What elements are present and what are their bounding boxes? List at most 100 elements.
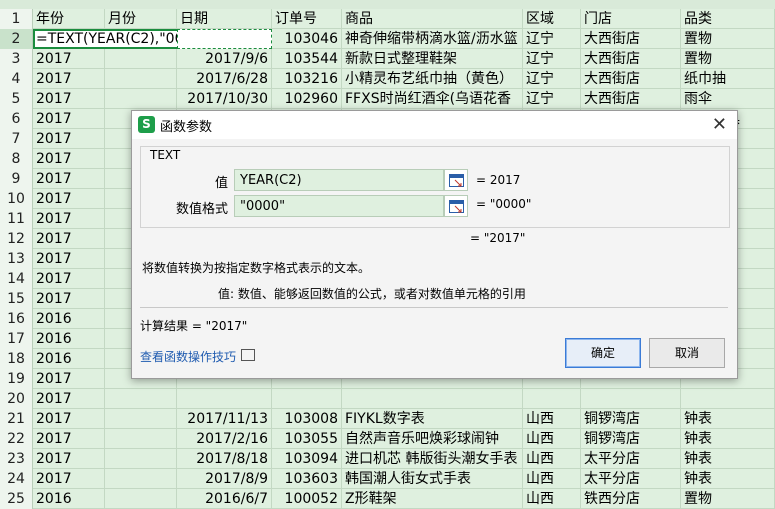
table-cell[interactable]: 2017 (33, 409, 105, 429)
table-cell[interactable]: 铜锣湾店 (581, 409, 681, 429)
table-cell[interactable]: 2017/11/13 (177, 409, 272, 429)
table-cell[interactable]: 102960 (272, 89, 342, 109)
table-cell[interactable]: 铁西分店 (581, 489, 681, 509)
table-cell[interactable]: Z形鞋架 (342, 489, 523, 509)
table-cell[interactable]: 置物 (681, 489, 775, 509)
row-number[interactable]: 9 (0, 169, 33, 189)
table-cell[interactable]: 103046 (272, 29, 342, 49)
table-cell[interactable] (105, 489, 177, 509)
table-cell[interactable]: 103094 (272, 449, 342, 469)
table-cell[interactable]: 2017/8/9 (177, 469, 272, 489)
row-number[interactable]: 22 (0, 429, 33, 449)
row-number[interactable]: 1 (0, 9, 33, 29)
table-cell[interactable]: 山西 (523, 449, 581, 469)
table-cell[interactable]: 2017/9/6 (177, 49, 272, 69)
table-cell[interactable]: 2017 (33, 169, 105, 189)
table-cell[interactable]: 2017 (33, 429, 105, 449)
row-number[interactable]: 17 (0, 329, 33, 349)
row-number[interactable]: 6 (0, 109, 33, 129)
table-cell[interactable]: 2017/10/30 (177, 89, 272, 109)
header-cell[interactable]: 商品 (342, 9, 523, 29)
table-cell[interactable]: 韩国潮人街女式手表 (342, 469, 523, 489)
table-cell[interactable]: 置物 (681, 29, 775, 49)
table-cell[interactable] (342, 389, 523, 409)
table-cell[interactable]: 2017 (33, 389, 105, 409)
table-cell[interactable]: 山西 (523, 489, 581, 509)
row-number[interactable]: 23 (0, 449, 33, 469)
table-cell[interactable]: 大西街店 (581, 89, 681, 109)
table-cell[interactable] (105, 429, 177, 449)
table-cell[interactable]: 100052 (272, 489, 342, 509)
table-cell[interactable]: 2016 (33, 309, 105, 329)
row-number[interactable]: 10 (0, 189, 33, 209)
table-cell[interactable]: 神奇伸缩带柄滴水篮/沥水篮 (342, 29, 523, 49)
table-cell[interactable]: 大西街店 (581, 69, 681, 89)
header-cell[interactable]: 年份 (33, 9, 105, 29)
table-cell[interactable]: 103008 (272, 409, 342, 429)
table-cell[interactable]: FFXS时尚红酒伞(乌语花香 (342, 89, 523, 109)
table-cell[interactable]: 山西 (523, 409, 581, 429)
table-cell[interactable]: 2017 (33, 289, 105, 309)
table-cell[interactable]: 2017 (33, 49, 105, 69)
table-cell[interactable]: 纸巾抽 (681, 69, 775, 89)
table-cell[interactable]: 2016 (33, 489, 105, 509)
table-cell[interactable] (105, 389, 177, 409)
referenced-cell[interactable] (177, 29, 272, 49)
table-cell[interactable]: 钟表 (681, 449, 775, 469)
table-cell[interactable] (105, 449, 177, 469)
table-cell[interactable]: 山西 (523, 469, 581, 489)
table-cell[interactable]: 2017 (33, 69, 105, 89)
table-cell[interactable]: 进口机芯 韩版街头潮女手表 (342, 449, 523, 469)
table-cell[interactable]: FIYKL数字表 (342, 409, 523, 429)
range-select-icon[interactable] (444, 195, 468, 217)
table-cell[interactable]: 太平分店 (581, 449, 681, 469)
table-cell[interactable]: 2017 (33, 249, 105, 269)
table-cell[interactable] (105, 469, 177, 489)
table-cell[interactable]: 置物 (681, 49, 775, 69)
table-cell[interactable] (681, 389, 775, 409)
video-tutorial-icon[interactable] (241, 349, 255, 361)
table-cell[interactable]: 雨伞 (681, 89, 775, 109)
row-number[interactable]: 8 (0, 149, 33, 169)
table-cell[interactable]: 辽宁 (523, 29, 581, 49)
row-number[interactable]: 3 (0, 49, 33, 69)
table-cell[interactable]: 2017/8/18 (177, 449, 272, 469)
row-number[interactable]: 18 (0, 349, 33, 369)
table-cell[interactable]: 辽宁 (523, 69, 581, 89)
table-cell[interactable]: 2016/6/7 (177, 489, 272, 509)
header-cell[interactable]: 订单号 (272, 9, 342, 29)
header-cell[interactable]: 月份 (105, 9, 177, 29)
table-cell[interactable]: 2017 (33, 129, 105, 149)
row-number[interactable]: 13 (0, 249, 33, 269)
table-cell[interactable]: 2017 (33, 469, 105, 489)
table-cell[interactable]: 2017 (33, 189, 105, 209)
table-cell[interactable]: 山西 (523, 429, 581, 449)
row-number[interactable]: 7 (0, 129, 33, 149)
table-cell[interactable]: 钟表 (681, 469, 775, 489)
table-cell[interactable] (581, 389, 681, 409)
table-cell[interactable]: 103603 (272, 469, 342, 489)
range-select-icon[interactable] (444, 169, 468, 191)
table-cell[interactable]: 铜锣湾店 (581, 429, 681, 449)
table-cell[interactable]: 2017 (33, 449, 105, 469)
row-number[interactable]: 24 (0, 469, 33, 489)
header-cell[interactable]: 区域 (523, 9, 581, 29)
table-cell[interactable]: 新款日式整理鞋架 (342, 49, 523, 69)
table-cell[interactable]: 2017 (33, 149, 105, 169)
header-cell[interactable]: 日期 (177, 9, 272, 29)
table-cell[interactable]: 2017/2/16 (177, 429, 272, 449)
table-cell[interactable]: 2017/6/28 (177, 69, 272, 89)
table-cell[interactable]: 钟表 (681, 429, 775, 449)
row-number[interactable]: 16 (0, 309, 33, 329)
table-cell[interactable]: 2017 (33, 229, 105, 249)
row-number[interactable]: 15 (0, 289, 33, 309)
row-number[interactable]: 2 (0, 29, 33, 49)
table-cell[interactable] (523, 389, 581, 409)
table-cell[interactable]: 103055 (272, 429, 342, 449)
table-cell[interactable]: 小精灵布艺纸巾抽（黄色） (342, 69, 523, 89)
row-number[interactable]: 21 (0, 409, 33, 429)
table-cell[interactable] (105, 69, 177, 89)
table-cell[interactable]: 太平分店 (581, 469, 681, 489)
table-cell[interactable]: 2016 (33, 329, 105, 349)
table-cell[interactable] (105, 409, 177, 429)
